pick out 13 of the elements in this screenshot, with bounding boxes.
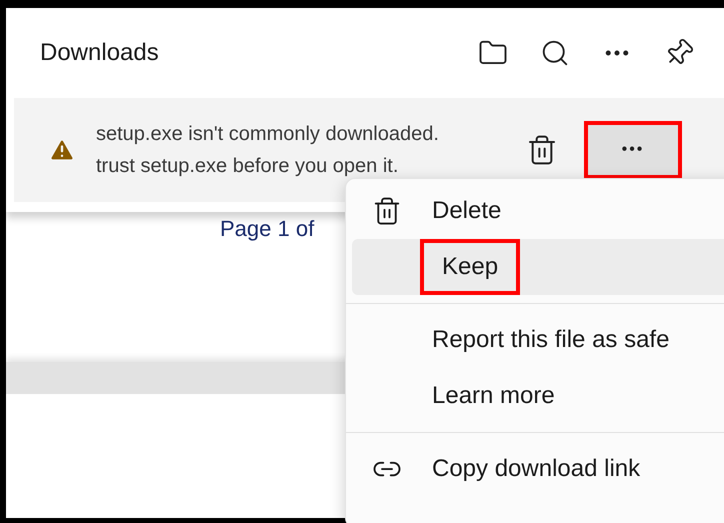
menu-item[interactable]: Delete (352, 183, 724, 239)
warning-message-line: trust setup.exe before you open it. (96, 154, 400, 179)
menu-item[interactable]: Learn more (352, 368, 724, 424)
search-icon[interactable] (540, 38, 570, 68)
trash-icon[interactable] (526, 134, 558, 166)
trash-icon (372, 196, 402, 226)
page-count-text: Page 1 of (220, 216, 314, 241)
warning-message-line: setup.exe isn't commonly downloaded. (96, 122, 440, 147)
more-button[interactable]: ••• (584, 121, 682, 179)
menu-item[interactable]: Keep (352, 239, 724, 295)
panel-title: Downloads (40, 38, 160, 68)
menu-item[interactable]: Copy download link (352, 441, 724, 497)
menu-item[interactable]: Report this file as safe (352, 312, 724, 368)
